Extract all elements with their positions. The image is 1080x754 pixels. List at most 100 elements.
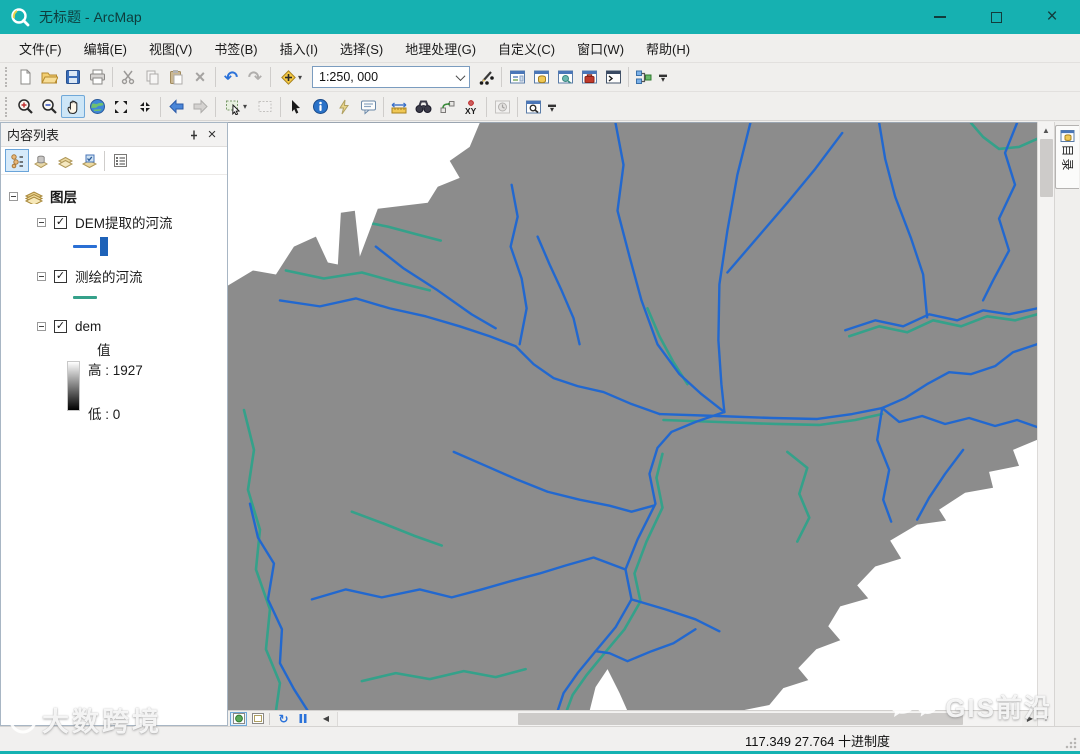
go-forward-extent-button[interactable] (188, 95, 212, 118)
menu-item-insert[interactable]: 插入(I) (269, 35, 329, 62)
table-of-contents-window-button[interactable] (505, 66, 529, 89)
menu-item-customize[interactable]: 自定义(C) (487, 35, 566, 62)
list-by-visibility-button[interactable] (53, 149, 77, 172)
select-elements-button[interactable] (284, 95, 308, 118)
redo-button[interactable]: ↷ (243, 66, 267, 89)
vertical-scrollbar-thumb[interactable] (1040, 139, 1053, 197)
menu-item-view[interactable]: 视图(V) (138, 35, 203, 62)
list-by-drawing-order-button[interactable] (5, 149, 29, 172)
arctoolbox-window-button[interactable] (577, 66, 601, 89)
pause-drawing-button[interactable] (294, 712, 311, 726)
open-button[interactable] (37, 66, 61, 89)
viewer-window-button[interactable] (521, 95, 545, 118)
list-by-selection-button[interactable] (77, 149, 101, 172)
layer-checkbox[interactable]: ✓ (54, 270, 67, 283)
pan-hand-icon (65, 99, 81, 115)
scroll-down-button[interactable]: ▼ (1038, 710, 1055, 726)
layer-row-dem[interactable]: ✓ dem (1, 315, 227, 337)
horizontal-scrollbar-thumb[interactable] (518, 713, 963, 725)
zoom-in-icon (17, 98, 34, 115)
go-to-xy-button[interactable]: XY (459, 95, 483, 118)
collapse-icon[interactable] (37, 322, 46, 331)
search-window-button[interactable] (553, 66, 577, 89)
measure-button[interactable] (387, 95, 411, 118)
identify-button[interactable] (308, 95, 332, 118)
open-folder-icon (41, 69, 58, 85)
cut-button[interactable] (116, 66, 140, 89)
catalog-tab[interactable]: 目录 (1055, 125, 1079, 189)
add-data-button[interactable]: ▾ (274, 66, 308, 89)
horizontal-scrollbar[interactable] (337, 712, 1022, 726)
collapse-icon[interactable] (37, 272, 46, 281)
collapse-icon[interactable] (37, 218, 46, 227)
menu-item-windows[interactable]: 窗口(W) (566, 35, 635, 62)
scale-combobox[interactable]: 1:250, 000 (312, 66, 470, 88)
copy-button[interactable] (140, 66, 164, 89)
menu-item-edit[interactable]: 编辑(E) (73, 35, 138, 62)
layer-row-surveyed-rivers[interactable]: ✓ 测绘的河流 (1, 265, 227, 287)
catalog-window-button[interactable] (529, 66, 553, 89)
layer-checkbox[interactable]: ✓ (54, 320, 67, 333)
scroll-up-button[interactable]: ▲ (1038, 122, 1055, 138)
paste-button[interactable] (164, 66, 188, 89)
scroll-left-button[interactable]: ◀ (319, 714, 333, 723)
go-back-extent-button[interactable] (164, 95, 188, 118)
collapse-icon[interactable] (9, 192, 18, 201)
hyperlink-button[interactable] (332, 95, 356, 118)
toc-options-button[interactable] (108, 149, 132, 172)
save-button[interactable] (61, 66, 85, 89)
menu-item-geoprocessing[interactable]: 地理处理(G) (394, 35, 487, 62)
find-route-button[interactable] (435, 95, 459, 118)
select-features-button[interactable]: ▾ (219, 95, 253, 118)
close-button[interactable]: × (1024, 0, 1080, 34)
data-view-button[interactable] (230, 712, 247, 726)
layer-label: DEM提取的河流 (75, 212, 173, 232)
vertical-scrollbar[interactable]: ▲ ▼ (1037, 122, 1054, 726)
minimize-button[interactable] (912, 0, 968, 34)
toolbar-grip[interactable] (5, 97, 10, 117)
python-window-button[interactable] (601, 66, 625, 89)
toolbar-overflow-button[interactable]: ▬▾ (656, 72, 670, 82)
scroll-right-button[interactable]: ▶ (1023, 714, 1037, 723)
map-canvas[interactable] (228, 123, 1037, 711)
clear-selection-button[interactable] (253, 95, 277, 118)
pan-tool-button[interactable] (61, 95, 85, 118)
viewer-window-icon (525, 99, 542, 115)
layer-checkbox[interactable]: ✓ (54, 216, 67, 229)
list-by-source-button[interactable] (29, 149, 53, 172)
print-button[interactable] (85, 66, 109, 89)
pin-button[interactable] (185, 126, 203, 144)
menu-item-file[interactable]: 文件(F) (8, 35, 73, 62)
menu-item-selection[interactable]: 选择(S) (329, 35, 394, 62)
fixed-zoom-out-button[interactable] (133, 95, 157, 118)
fixed-zoom-in-button[interactable] (109, 95, 133, 118)
maximize-button[interactable] (968, 0, 1024, 34)
undo-button[interactable]: ↶ (219, 66, 243, 89)
modelbuilder-button[interactable] (632, 66, 656, 89)
new-map-button[interactable] (13, 66, 37, 89)
toolbar-grip[interactable] (5, 67, 10, 87)
layer-root-row[interactable]: 图层 (1, 185, 227, 207)
toolbar-separator (280, 97, 281, 117)
lightning-icon (338, 99, 350, 115)
editor-toolbar-button[interactable] (474, 66, 498, 89)
layout-view-button[interactable] (249, 712, 266, 726)
layer-symbol-row[interactable] (1, 233, 227, 259)
html-popup-button[interactable] (356, 95, 380, 118)
menu-item-bookmarks[interactable]: 书签(B) (203, 35, 268, 62)
zoom-out-button[interactable] (37, 95, 61, 118)
delete-button[interactable]: × (188, 66, 212, 89)
find-button[interactable] (411, 95, 435, 118)
scale-dropdown-button[interactable] (452, 67, 469, 87)
refresh-view-button[interactable]: ↻ (275, 712, 292, 726)
full-extent-button[interactable] (85, 95, 109, 118)
toolbar-overflow-button[interactable]: ▬▾ (545, 102, 559, 112)
map-bottom-strip: ↻ ◀ ▶ (228, 710, 1037, 726)
menu-item-help[interactable]: 帮助(H) (635, 35, 701, 62)
zoom-in-button[interactable] (13, 95, 37, 118)
toc-close-button[interactable]: × (203, 126, 221, 144)
resize-grip[interactable] (1065, 737, 1077, 749)
layer-row-dem-rivers[interactable]: ✓ DEM提取的河流 (1, 211, 227, 233)
layer-symbol-row[interactable] (1, 287, 227, 307)
time-slider-button[interactable] (490, 95, 514, 118)
